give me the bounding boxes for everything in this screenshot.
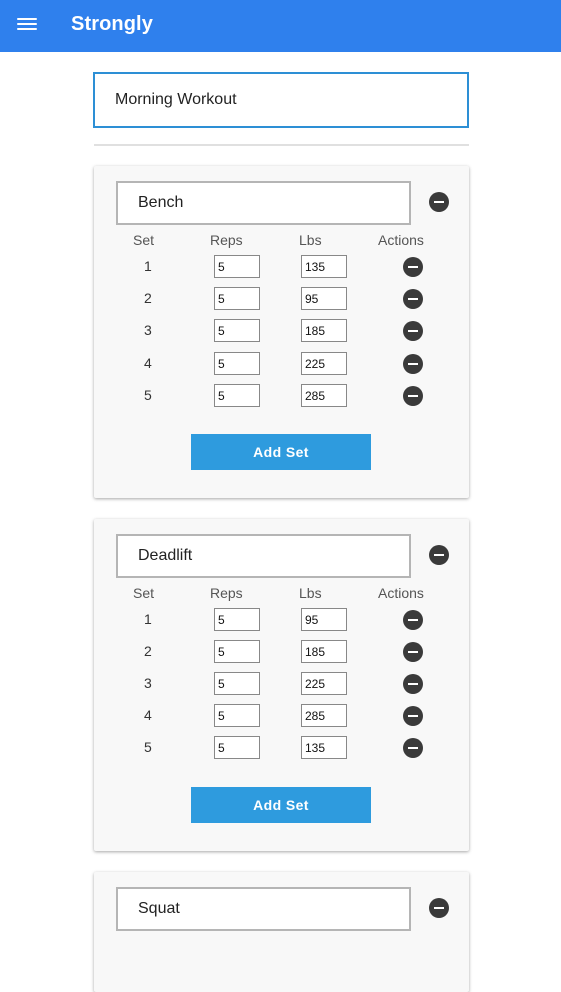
- reps-input[interactable]: [214, 640, 260, 663]
- set-number: 4: [144, 707, 152, 723]
- set-number: 2: [144, 290, 152, 306]
- remove-set-icon[interactable]: [403, 738, 423, 758]
- reps-input[interactable]: [214, 255, 260, 278]
- remove-exercise-icon[interactable]: [429, 898, 449, 918]
- reps-input[interactable]: [214, 608, 260, 631]
- reps-input[interactable]: [214, 704, 260, 727]
- set-row: 1: [94, 255, 469, 281]
- remove-set-icon[interactable]: [403, 354, 423, 374]
- set-number: 1: [144, 611, 152, 627]
- app-bar: Strongly: [0, 0, 561, 52]
- add-set-button[interactable]: Add Set: [191, 434, 371, 470]
- set-row: 4: [94, 704, 469, 730]
- reps-input[interactable]: [214, 352, 260, 375]
- lbs-input[interactable]: [301, 640, 347, 663]
- lbs-header: Lbs: [299, 585, 322, 601]
- remove-set-icon[interactable]: [403, 321, 423, 341]
- actions-header: Actions: [378, 585, 424, 601]
- reps-input[interactable]: [214, 319, 260, 342]
- reps-header: Reps: [210, 232, 243, 248]
- set-number: 5: [144, 739, 152, 755]
- lbs-input[interactable]: [301, 287, 347, 310]
- remove-set-icon[interactable]: [403, 706, 423, 726]
- set-number: 1: [144, 258, 152, 274]
- reps-input[interactable]: [214, 672, 260, 695]
- workout-name-input[interactable]: [93, 72, 469, 128]
- set-row: 4: [94, 352, 469, 378]
- set-number: 2: [144, 643, 152, 659]
- lbs-input[interactable]: [301, 352, 347, 375]
- remove-set-icon[interactable]: [403, 642, 423, 662]
- divider: [94, 144, 469, 146]
- exercise-card: Set Reps Lbs Actions 1 2 3 4 5 Add Set: [94, 166, 469, 498]
- set-header: Set: [133, 232, 155, 248]
- lbs-input[interactable]: [301, 704, 347, 727]
- set-row: 2: [94, 640, 469, 666]
- set-number: 3: [144, 675, 152, 691]
- remove-exercise-icon[interactable]: [429, 545, 449, 565]
- set-row: 5: [94, 384, 469, 410]
- lbs-header: Lbs: [299, 232, 322, 248]
- add-set-button[interactable]: Add Set: [191, 787, 371, 823]
- set-row: 3: [94, 672, 469, 698]
- exercise-name-input[interactable]: [116, 181, 411, 225]
- set-header: Set: [133, 585, 155, 601]
- remove-set-icon[interactable]: [403, 386, 423, 406]
- exercise-card: Set Reps Lbs Actions 1 2 3 4 5 Add Set: [94, 519, 469, 851]
- set-row: 1: [94, 608, 469, 634]
- remove-exercise-icon[interactable]: [429, 192, 449, 212]
- reps-input[interactable]: [214, 287, 260, 310]
- set-row: 5: [94, 736, 469, 762]
- lbs-input[interactable]: [301, 736, 347, 759]
- remove-set-icon[interactable]: [403, 610, 423, 630]
- reps-header: Reps: [210, 585, 243, 601]
- menu-icon[interactable]: [17, 16, 37, 32]
- lbs-input[interactable]: [301, 255, 347, 278]
- remove-set-icon[interactable]: [403, 257, 423, 277]
- exercise-name-input[interactable]: [116, 887, 411, 931]
- lbs-input[interactable]: [301, 672, 347, 695]
- set-number: 3: [144, 322, 152, 338]
- reps-input[interactable]: [214, 384, 260, 407]
- lbs-input[interactable]: [301, 384, 347, 407]
- remove-set-icon[interactable]: [403, 289, 423, 309]
- lbs-input[interactable]: [301, 608, 347, 631]
- set-number: 5: [144, 387, 152, 403]
- reps-input[interactable]: [214, 736, 260, 759]
- set-row: 3: [94, 319, 469, 345]
- exercise-card: [94, 872, 469, 992]
- actions-header: Actions: [378, 232, 424, 248]
- exercise-name-input[interactable]: [116, 534, 411, 578]
- lbs-input[interactable]: [301, 319, 347, 342]
- app-title: Strongly: [71, 13, 153, 35]
- remove-set-icon[interactable]: [403, 674, 423, 694]
- set-row: 2: [94, 287, 469, 313]
- set-number: 4: [144, 355, 152, 371]
